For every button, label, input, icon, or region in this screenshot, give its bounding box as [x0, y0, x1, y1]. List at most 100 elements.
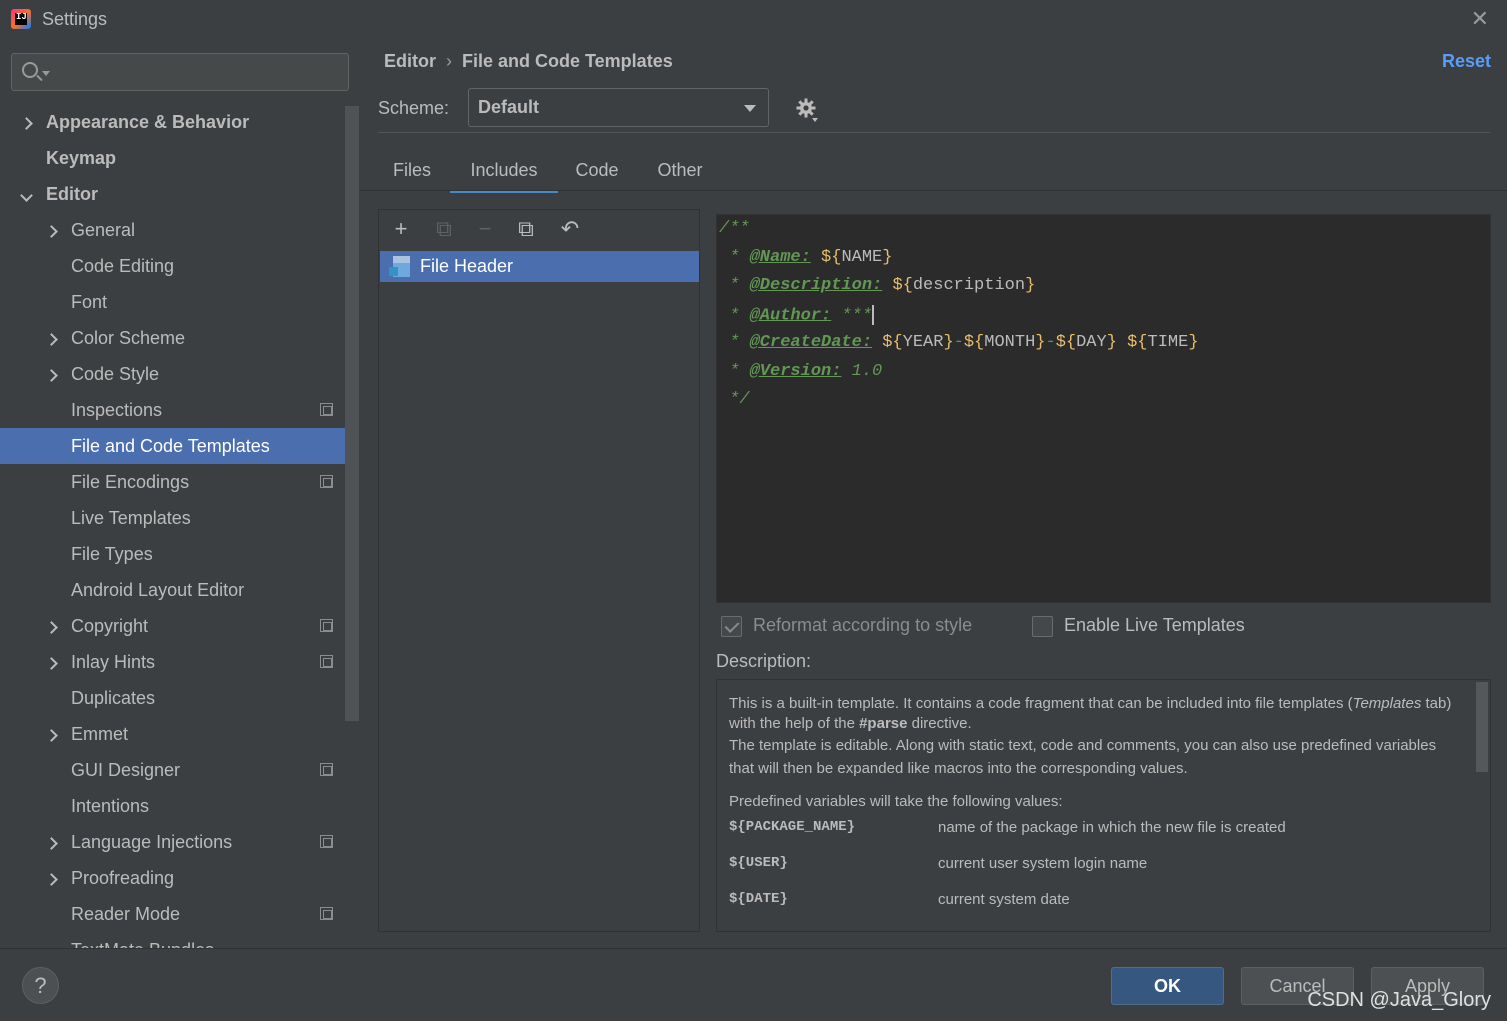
tab-code[interactable]: Code — [558, 153, 636, 193]
code-token: - — [1045, 333, 1056, 352]
revert-icon[interactable]: ↶ — [559, 218, 581, 240]
ok-button[interactable]: OK — [1111, 967, 1224, 1005]
close-icon[interactable]: ✕ — [1471, 6, 1489, 32]
template-list-item-file-header[interactable]: File Header — [380, 251, 699, 282]
code-token: @Author: — [749, 305, 832, 325]
chevron-right-icon[interactable] — [45, 716, 58, 752]
sidebar-item[interactable]: File Types — [0, 536, 345, 572]
chevron-right-icon[interactable] — [20, 104, 33, 140]
template-list-toolbar: + ⧉ − ⧉ ↶ — [379, 210, 699, 250]
sidebar-item-label: Live Templates — [71, 508, 191, 528]
sidebar-item[interactable]: Color Scheme — [0, 320, 345, 356]
settings-tree: Appearance & Behavior Keymap Editor General… — [0, 104, 345, 948]
gear-dropdown-caret-icon — [812, 118, 818, 122]
description-paragraph-3: Predefined variables will take the follo… — [729, 793, 1063, 810]
reset-link[interactable]: Reset — [1442, 51, 1491, 72]
chevron-right-icon[interactable] — [45, 320, 58, 356]
sidebar-item[interactable]: Editor — [0, 176, 345, 212]
code-token: 1.0 — [841, 361, 883, 381]
settings-content: Editor › File and Code Templates Reset Sch… — [360, 38, 1507, 948]
code-token: NAME — [841, 247, 883, 267]
sidebar-item[interactable]: Code Style — [0, 356, 345, 392]
copy-icon[interactable]: ⧉ — [515, 218, 537, 240]
chevron-right-icon[interactable] — [45, 824, 58, 860]
sidebar-item[interactable]: File and Code Templates — [0, 428, 345, 464]
sidebar-item[interactable]: Font — [0, 284, 345, 320]
sidebar-item[interactable]: Reader Mode — [0, 896, 345, 932]
code-line: */ — [719, 390, 749, 418]
help-button[interactable]: ? — [22, 967, 59, 1004]
sidebar-item[interactable]: Emmet — [0, 716, 345, 752]
sidebar-item[interactable]: Keymap — [0, 140, 345, 176]
sidebar-item-label: GUI Designer — [71, 760, 181, 780]
sidebar-item-label: Keymap — [46, 148, 117, 168]
chevron-right-icon[interactable] — [45, 356, 58, 392]
chevron-right-icon[interactable] — [45, 212, 58, 248]
chevron-right-icon[interactable] — [45, 644, 58, 680]
scheme-dropdown[interactable]: Default — [468, 88, 769, 127]
live-templates-label: Enable Live Templates — [1064, 615, 1245, 635]
sidebar-item[interactable]: Inspections — [0, 392, 345, 428]
sidebar-item[interactable]: Code Editing — [0, 248, 345, 284]
chevron-down-icon — [744, 105, 756, 112]
sidebar-item[interactable]: GUI Designer — [0, 752, 345, 788]
description-scrollbar[interactable] — [1476, 682, 1488, 772]
scheme-label: Scheme: — [378, 98, 450, 118]
code-line: * @CreateDate: ${YEAR}-${MONTH}-${DAY} $… — [719, 333, 1198, 361]
code-token: TIME — [1147, 333, 1189, 352]
sidebar-item[interactable]: Inlay Hints — [0, 644, 345, 680]
chevron-right-icon[interactable] — [45, 608, 58, 644]
sidebar-item[interactable]: Intentions — [0, 788, 345, 824]
variable-description: current system date — [938, 891, 1070, 908]
breadcrumb: Editor › File and Code Templates — [384, 51, 673, 72]
reformat-checkbox[interactable] — [721, 616, 742, 637]
sidebar-item-label: Code Editing — [71, 256, 175, 276]
sidebar-item[interactable]: TextMate Bundles — [0, 932, 345, 948]
code-token: *** — [831, 305, 873, 325]
tab-files[interactable]: Files — [378, 153, 446, 193]
project-scope-icon — [320, 907, 333, 920]
sidebar-item-label: Copyright — [71, 616, 149, 636]
breadcrumb-editor: Editor — [384, 51, 436, 71]
project-scope-icon — [320, 403, 333, 416]
chevron-down-icon[interactable] — [20, 176, 33, 212]
code-token: @Version: — [749, 361, 842, 381]
sidebar-item[interactable]: Android Layout Editor — [0, 572, 345, 608]
project-scope-icon — [320, 655, 333, 668]
add-child-icon[interactable]: ⧉ — [433, 218, 455, 240]
code-token: } — [882, 247, 893, 267]
tab-includes[interactable]: Includes — [450, 153, 558, 193]
template-code-editor[interactable]: /** * @Name: ${NAME} * @Description: ${d… — [716, 214, 1491, 603]
sidebar-item[interactable]: Proofreading — [0, 860, 345, 896]
sidebar-scrollbar[interactable] — [345, 106, 359, 721]
sidebar-item[interactable]: Duplicates — [0, 680, 345, 716]
gear-icon[interactable] — [796, 98, 816, 118]
sidebar-item-label: Code Style — [71, 364, 160, 384]
code-token: } — [1025, 276, 1036, 295]
code-token: ${ — [963, 333, 985, 352]
code-token: ${ — [892, 276, 913, 295]
search-options-caret-icon[interactable] — [42, 71, 50, 76]
add-icon[interactable]: + — [390, 218, 412, 240]
tabs-divider — [360, 190, 1507, 191]
remove-icon[interactable]: − — [474, 218, 496, 240]
description-panel: This is a built-in template. It contains… — [716, 679, 1491, 932]
sidebar-item-label: Font — [71, 292, 108, 312]
sidebar-item[interactable]: Appearance & Behavior — [0, 104, 345, 140]
sidebar-item[interactable]: General — [0, 212, 345, 248]
sidebar-item[interactable]: Copyright — [0, 608, 345, 644]
live-templates-checkbox[interactable] — [1032, 616, 1053, 637]
project-scope-icon — [320, 619, 333, 632]
chevron-right-icon[interactable] — [45, 860, 58, 896]
description-text-part: directive. — [907, 715, 972, 732]
sidebar-item[interactable]: Live Templates — [0, 500, 345, 536]
sidebar-item[interactable]: File Encodings — [0, 464, 345, 500]
sidebar-item-label: Android Layout Editor — [71, 580, 245, 600]
code-token: * — [719, 305, 750, 325]
code-token: } — [1035, 333, 1046, 352]
search-input[interactable] — [11, 53, 349, 91]
sidebar-item[interactable]: Language Injections — [0, 824, 345, 860]
tab-other[interactable]: Other — [638, 153, 722, 193]
sidebar-item-label: Intentions — [71, 796, 150, 816]
